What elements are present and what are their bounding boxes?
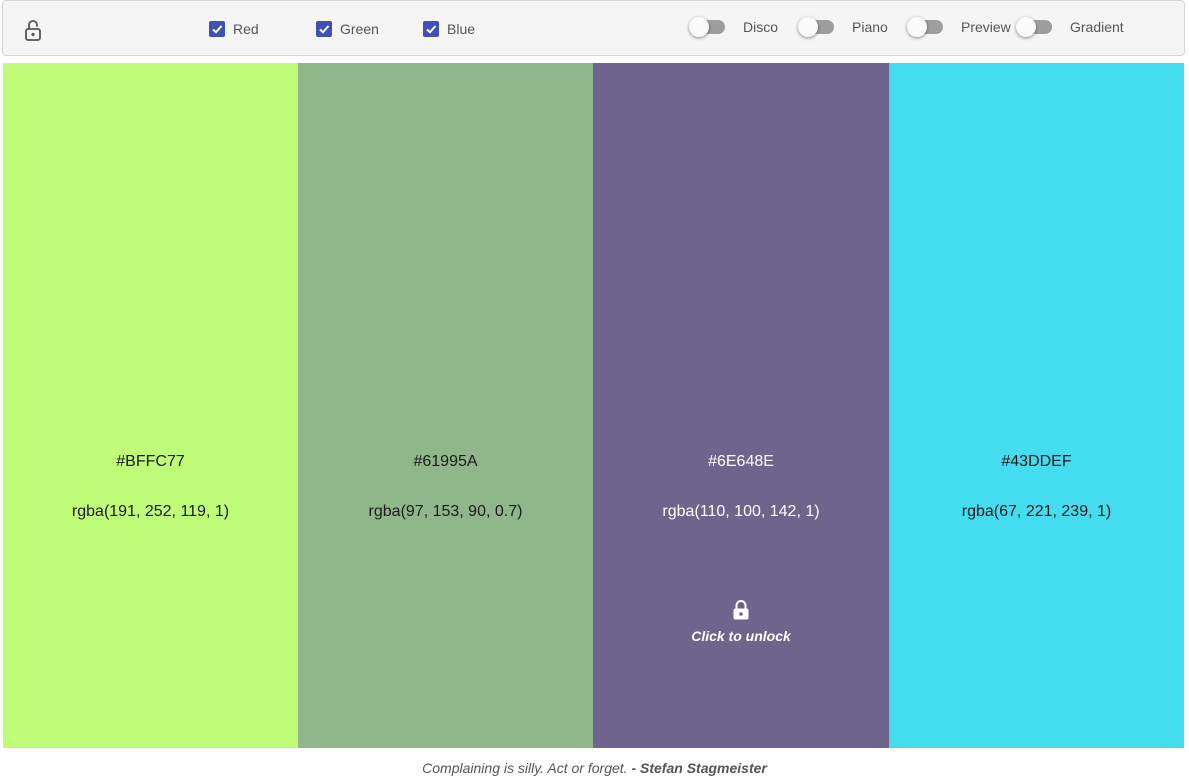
quote-text: Complaining is silly. Act or forget.	[422, 760, 628, 776]
footer-quote: Complaining is silly. Act or forget. - S…	[0, 760, 1189, 776]
red-checkbox-label: Red	[233, 21, 259, 37]
checkmark-icon	[316, 21, 332, 37]
hex-code: #BFFC77	[116, 453, 185, 470]
disco-toggle-label: Disco	[743, 19, 779, 35]
color-swatch[interactable]: #61995A rgba(97, 153, 90, 0.7)	[298, 63, 593, 748]
toolbar: Red Green Blue Disco Piano Preview Gradi…	[2, 0, 1185, 56]
color-swatch-locked[interactable]: #6E648E rgba(110, 100, 142, 1) Click to …	[593, 63, 889, 748]
disco-toggle[interactable]: Disco	[689, 17, 779, 37]
green-checkbox-label: Green	[340, 21, 379, 37]
checkmark-icon	[423, 21, 439, 37]
rgba-code: rgba(97, 153, 90, 0.7)	[368, 503, 523, 520]
piano-toggle[interactable]: Piano	[798, 17, 888, 37]
hex-code: #43DDEF	[1001, 453, 1072, 470]
green-checkbox[interactable]: Green	[316, 19, 379, 39]
blue-checkbox[interactable]: Blue	[423, 19, 475, 39]
hex-code: #6E648E	[708, 453, 774, 470]
hex-code: #61995A	[413, 453, 478, 470]
unlock-icon[interactable]	[21, 18, 45, 42]
quote-separator: -	[631, 760, 637, 776]
preview-toggle[interactable]: Preview	[907, 17, 1011, 37]
rgba-code: rgba(67, 221, 239, 1)	[961, 503, 1112, 520]
gradient-toggle-label: Gradient	[1070, 19, 1124, 35]
unlock-label: Click to unlock	[691, 628, 791, 644]
quote-author: Stefan Stagmeister	[640, 760, 767, 776]
color-palette: #BFFC77 rgba(191, 252, 119, 1) #61995A r…	[3, 63, 1184, 748]
rgba-code: rgba(191, 252, 119, 1)	[71, 503, 230, 520]
checkmark-icon	[209, 21, 225, 37]
piano-toggle-label: Piano	[852, 19, 888, 35]
preview-toggle-label: Preview	[961, 19, 1011, 35]
unlock-button[interactable]: Click to unlock	[593, 599, 889, 644]
color-swatch[interactable]: #BFFC77 rgba(191, 252, 119, 1)	[3, 63, 298, 748]
lock-icon	[731, 600, 751, 625]
rgba-code: rgba(110, 100, 142, 1)	[662, 503, 820, 520]
blue-checkbox-label: Blue	[447, 21, 476, 37]
gradient-toggle[interactable]: Gradient	[1016, 17, 1124, 37]
color-swatch[interactable]: #43DDEF rgba(67, 221, 239, 1)	[889, 63, 1184, 748]
red-checkbox[interactable]: Red	[209, 19, 259, 39]
